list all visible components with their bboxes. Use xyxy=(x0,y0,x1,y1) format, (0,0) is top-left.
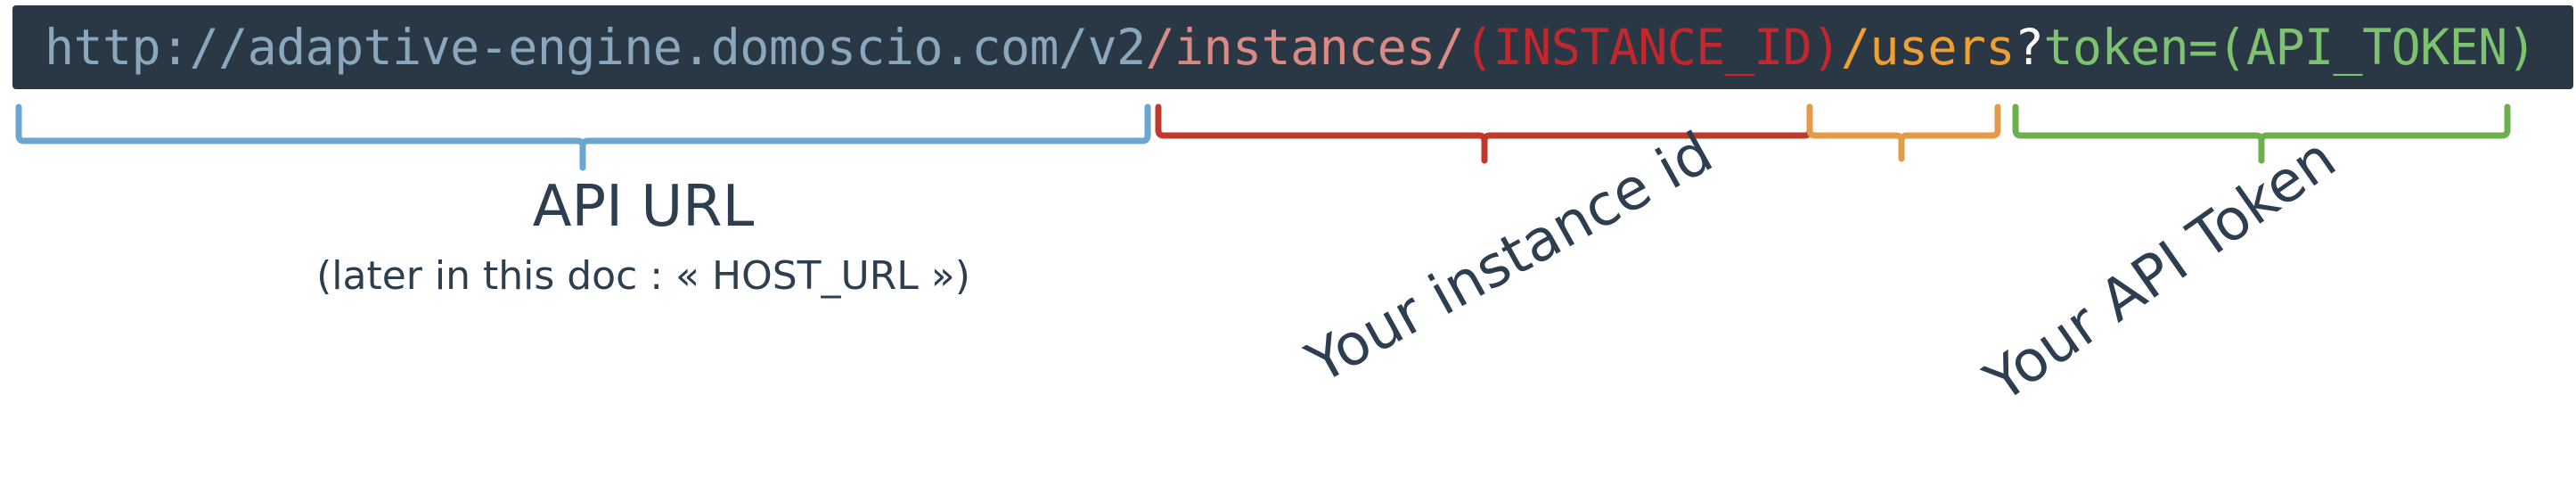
bracket-api-token xyxy=(2012,103,2511,164)
bracket-users xyxy=(1806,103,2001,162)
bracket-instance-id xyxy=(1155,103,1813,164)
bracket-api-url xyxy=(15,103,1151,171)
api-url-sublabel: (later in this doc : « HOST_URL ») xyxy=(316,253,970,299)
api-url-label: API URL xyxy=(532,174,755,240)
